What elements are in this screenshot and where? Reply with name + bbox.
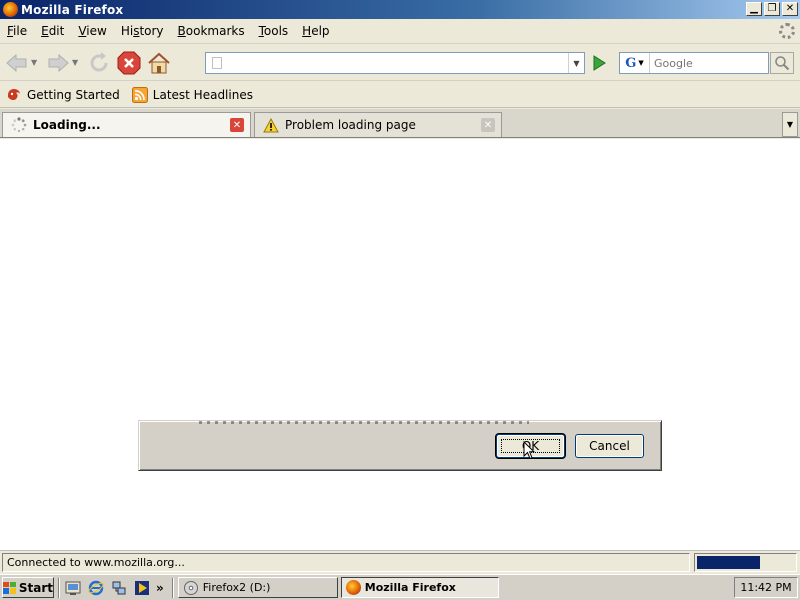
bookmarks-toolbar: Getting Started Latest Headlines <box>0 82 800 108</box>
progress-fill <box>697 556 761 569</box>
home-button[interactable] <box>146 50 172 76</box>
stop-icon <box>117 51 141 74</box>
tab-close-button[interactable]: ✕ <box>230 118 244 132</box>
forward-arrow-icon <box>48 53 69 72</box>
internet-explorer-icon <box>88 580 104 595</box>
window-titlebar[interactable]: Mozilla Firefox ▁ ❐ ✕ <box>0 0 800 19</box>
chevron-down-icon: ▼ <box>786 120 794 129</box>
windows-taskbar: Start » Firefox2 (D:) Mozilla Firefox 11… <box>0 574 800 600</box>
menu-view[interactable]: View <box>71 24 113 38</box>
google-icon: G <box>625 55 637 71</box>
firefox-bookmark-icon <box>8 88 20 100</box>
menu-edit[interactable]: Edit <box>34 24 71 38</box>
search-input[interactable] <box>650 56 762 70</box>
firefox-icon <box>3 2 18 17</box>
taskbar-separator <box>58 577 60 598</box>
start-button[interactable]: Start <box>2 577 54 598</box>
throbber-icon <box>779 23 795 39</box>
go-button[interactable] <box>590 54 608 72</box>
cancel-button[interactable]: Cancel <box>575 434 644 458</box>
menu-file[interactable]: File <box>0 24 34 38</box>
menu-help[interactable]: Help <box>295 24 336 38</box>
minimize-icon: ▁ <box>750 3 758 14</box>
mouse-cursor-icon <box>523 441 535 460</box>
close-icon: ✕ <box>483 119 493 131</box>
search-box: G ▼ <box>619 52 769 74</box>
bookmark-label: Latest Headlines <box>152 87 253 102</box>
network-icon <box>112 581 126 594</box>
tab-label: Problem loading page <box>285 118 416 132</box>
tab-list-dropdown[interactable]: ▼ <box>782 112 798 137</box>
magnifier-icon <box>775 56 790 71</box>
window-controls: ▁ ❐ ✕ <box>746 2 798 16</box>
tab-strip: Loading... ✕ Problem loading page ✕ ▼ <box>0 109 800 138</box>
clock[interactable]: 11:42 PM <box>740 581 791 594</box>
menu-tools[interactable]: Tools <box>252 24 296 38</box>
bookmark-latest-headlines[interactable]: Latest Headlines <box>126 86 259 103</box>
warning-icon <box>263 117 279 132</box>
url-bar[interactable]: ▼ <box>205 52 585 74</box>
taskbar-item-firefox2-drive[interactable]: Firefox2 (D:) <box>177 577 338 598</box>
status-text: Connected to www.mozilla.org... <box>2 553 690 572</box>
quicklaunch-desktop[interactable] <box>64 579 82 597</box>
quicklaunch-ie[interactable] <box>87 579 105 597</box>
restore-button[interactable]: ❐ <box>764 2 780 16</box>
home-icon <box>148 52 170 73</box>
cd-drive-icon <box>183 580 198 595</box>
show-desktop-icon <box>65 581 81 595</box>
url-history-dropdown[interactable]: ▼ <box>568 53 584 73</box>
menu-history[interactable]: History <box>114 24 171 38</box>
system-tray: 11:42 PM <box>734 577 798 598</box>
task-label: Firefox2 (D:) <box>202 581 271 594</box>
go-arrow-icon <box>593 55 606 71</box>
media-player-icon <box>135 580 149 595</box>
task-label: Mozilla Firefox <box>364 581 456 594</box>
status-bar: Connected to www.mozilla.org... <box>0 550 800 573</box>
tab-close-button[interactable]: ✕ <box>481 118 495 132</box>
loading-spinner-icon <box>11 117 27 133</box>
quicklaunch-more-chevron[interactable]: » <box>156 581 164 595</box>
confirm-dialog: OK Cancel <box>138 420 662 471</box>
search-engine-selector[interactable]: G ▼ <box>620 53 650 73</box>
restore-icon: ❐ <box>767 3 777 14</box>
back-history-dropdown[interactable]: ▼ <box>31 58 41 67</box>
back-button[interactable] <box>4 50 30 76</box>
reload-icon <box>90 51 108 71</box>
forward-history-dropdown[interactable]: ▼ <box>72 58 82 67</box>
window-title: Mozilla Firefox <box>21 2 124 17</box>
minimize-button[interactable]: ▁ <box>746 2 762 16</box>
rss-feed-icon <box>131 86 148 103</box>
tab-problem-loading[interactable]: Problem loading page ✕ <box>254 112 502 137</box>
firefox-icon <box>345 580 361 595</box>
page-content[interactable]: OK Cancel <box>0 139 800 550</box>
tab-loading[interactable]: Loading... ✕ <box>2 112 251 137</box>
quicklaunch-media[interactable] <box>133 579 151 597</box>
start-label: Start <box>18 580 53 595</box>
quicklaunch-network[interactable] <box>110 579 128 597</box>
menubar: File Edit View History Bookmarks Tools H… <box>0 19 800 44</box>
dialog-message-fragment <box>199 421 529 424</box>
taskbar-separator <box>171 577 174 598</box>
close-icon: ✕ <box>232 119 242 131</box>
close-button[interactable]: ✕ <box>782 2 798 16</box>
back-arrow-icon <box>6 53 27 72</box>
close-icon: ✕ <box>785 3 795 14</box>
bookmark-label: Getting Started <box>27 87 120 102</box>
search-button[interactable] <box>770 52 794 74</box>
forward-button[interactable] <box>45 50 71 76</box>
reload-button[interactable] <box>86 50 112 76</box>
progress-meter <box>694 553 797 572</box>
stop-button[interactable] <box>116 50 142 76</box>
chevron-down-icon: ▼ <box>638 59 644 67</box>
bookmark-getting-started[interactable]: Getting Started <box>0 87 126 103</box>
windows-logo-icon <box>3 581 16 594</box>
tab-label: Loading... <box>33 118 101 132</box>
navigation-toolbar: ▼ ▼ ▼ G ▼ <box>0 45 800 81</box>
taskbar-item-mozilla-firefox[interactable]: Mozilla Firefox <box>340 577 499 598</box>
page-icon <box>212 57 222 69</box>
menu-bookmarks[interactable]: Bookmarks <box>171 24 252 38</box>
